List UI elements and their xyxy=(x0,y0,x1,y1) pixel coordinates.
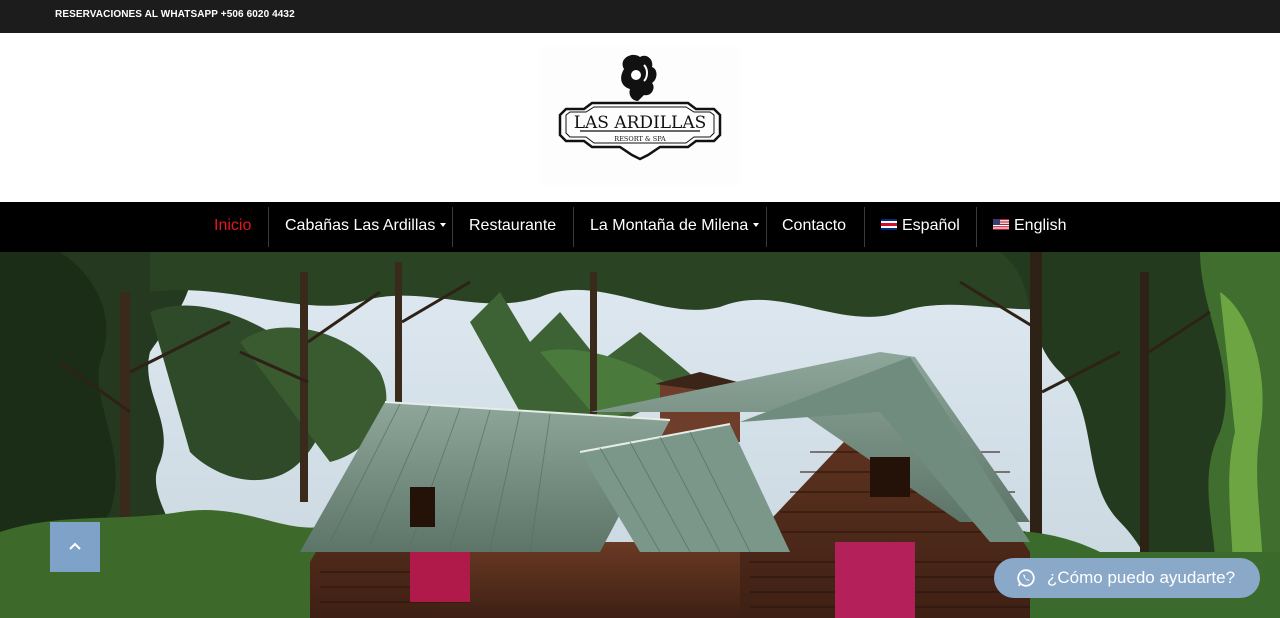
nav-item-cabanas[interactable]: Cabañas Las Ardillas xyxy=(285,202,447,252)
nav-item-montana-milena[interactable]: La Montaña de Milena xyxy=(590,202,760,252)
help-chat-label: ¿Cómo puedo ayudarte? xyxy=(1047,568,1236,587)
nav-divider xyxy=(766,207,767,247)
nav-divider xyxy=(976,207,977,247)
main-nav: Inicio Cabañas Las Ardillas Restaurante … xyxy=(0,202,1280,252)
nav-divider xyxy=(864,207,865,247)
squirrel-logo-icon: LAS ARDILLAS RESORT & SPA xyxy=(558,54,722,161)
scroll-to-top-button[interactable] xyxy=(50,522,100,572)
nav-item-label: Contacto xyxy=(782,217,847,234)
nav-item-espanol[interactable]: Español xyxy=(881,202,960,252)
logo-name: LAS ARDILLAS xyxy=(574,113,707,133)
costa-rica-flag-icon xyxy=(881,218,897,230)
top-bar: RESERVACIONES AL WHATSAPP +506 6020 4432 xyxy=(0,0,1280,33)
whatsapp-phone-link[interactable]: +506 6020 4432 xyxy=(221,9,295,20)
nav-item-label: Inicio xyxy=(214,217,252,234)
reservation-info: RESERVACIONES AL WHATSAPP +506 6020 4432 xyxy=(55,9,295,20)
nav-item-label: Restaurante xyxy=(469,217,557,234)
us-flag-icon xyxy=(993,218,1009,230)
site-header: LAS ARDILLAS RESORT & SPA xyxy=(0,33,1280,202)
whatsapp-icon xyxy=(1017,569,1035,587)
nav-item-english[interactable]: English xyxy=(993,202,1066,252)
nav-item-label: La Montaña de Milena xyxy=(590,217,749,234)
nav-item-inicio[interactable]: Inicio xyxy=(214,202,251,252)
whatsapp-help-button[interactable]: ¿Cómo puedo ayudarte? xyxy=(994,558,1260,598)
caret-down-icon xyxy=(440,222,447,227)
nav-divider xyxy=(573,207,574,247)
nav-item-restaurante[interactable]: Restaurante xyxy=(469,202,556,252)
nav-divider xyxy=(268,207,269,247)
nav-divider xyxy=(452,207,453,247)
logo-tagline: RESORT & SPA xyxy=(614,135,666,143)
nav-item-label: Español xyxy=(902,217,960,234)
chevron-up-icon xyxy=(69,542,81,550)
reservation-label: RESERVACIONES AL WHATSAPP xyxy=(55,9,221,20)
site-logo[interactable]: LAS ARDILLAS RESORT & SPA xyxy=(540,47,740,185)
nav-item-label: English xyxy=(1014,217,1067,234)
nav-item-label: Cabañas Las Ardillas xyxy=(285,217,436,234)
caret-down-icon xyxy=(753,222,760,227)
nav-item-contacto[interactable]: Contacto xyxy=(782,202,846,252)
